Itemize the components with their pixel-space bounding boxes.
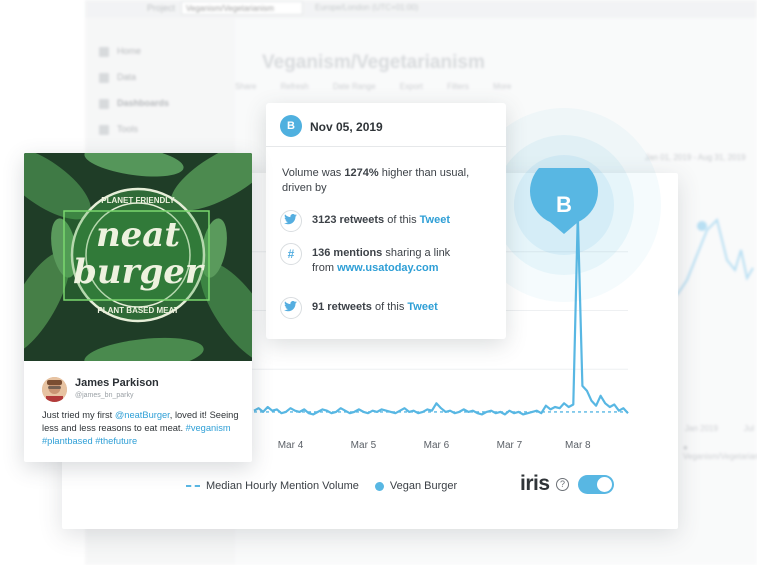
sidebar-item-home[interactable]: Home — [99, 46, 141, 57]
sidebar-item-label: Tools — [117, 124, 139, 134]
more-button[interactable]: More — [493, 82, 511, 91]
tweet-text-part: Just tried my first — [42, 410, 115, 420]
background-x-ticks: Jan 2019 Jul — [685, 424, 754, 433]
sidebar-item-dashboards[interactable]: Dashboards — [99, 98, 169, 109]
legend-label-vegan-burger: Vegan Burger — [389, 480, 458, 492]
driver-text: of this — [371, 301, 408, 313]
tweet-author-handle[interactable]: @james_bn_parky — [75, 392, 133, 399]
iris-toggle[interactable] — [578, 475, 614, 494]
median-legend-swatch — [186, 485, 200, 488]
background-legend: ● Veganism/Vegetarianism — [683, 443, 757, 461]
hashtag-icon: # — [280, 243, 302, 265]
filters-button[interactable]: Filters — [447, 82, 469, 91]
project-select[interactable]: Veganism/Vegetarianism — [181, 1, 303, 15]
tweet-image: neat burger PLANET FRIENDLY PLANT BASED … — [24, 153, 252, 361]
sidebar-item-label: Dashboards — [117, 98, 170, 108]
driver-count: 91 retweets — [312, 301, 372, 313]
source-link[interactable]: www.usatoday.com — [337, 262, 438, 274]
top-bar: Project Veganism/Vegetarianism Europe/Lo… — [85, 0, 757, 18]
spike-marker[interactable]: B — [528, 168, 600, 258]
tweet-text: Just tried my first @neatBurger, loved i… — [42, 409, 242, 448]
twitter-icon — [280, 210, 302, 232]
tooltip-badge: B — [280, 115, 302, 137]
project-label: Project — [147, 3, 176, 13]
x-tick-label: Mar 8 — [565, 440, 591, 451]
driver-count: 136 mentions — [312, 247, 383, 259]
dashboard-toolbar: Share Refresh Date Range Export Filters … — [235, 82, 533, 91]
sidebar-item-label: Home — [117, 46, 142, 56]
twitter-icon — [280, 297, 302, 319]
tweet-author-name[interactable]: James Parkison — [75, 377, 159, 389]
tooltip-date: Nov 05, 2019 — [310, 120, 383, 134]
project-select-value: Veganism/Vegetarianism — [186, 4, 275, 13]
marketing-screenshot: Project Veganism/Vegetarianism Europe/Lo… — [0, 0, 757, 565]
neat-burger-image: neat burger PLANET FRIENDLY PLANT BASED … — [24, 153, 252, 361]
home-icon — [99, 46, 109, 57]
logo-ring-bottom: PLANT BASED MEAT — [97, 306, 178, 315]
spike-tooltip: B Nov 05, 2019 Volume was 1274% higher t… — [266, 103, 506, 339]
driver-text: of this — [384, 214, 420, 226]
iris-logo: iris — [520, 472, 550, 495]
x-tick-label: Mar 6 — [424, 440, 450, 451]
x-tick-label: Mar 5 — [351, 440, 377, 451]
share-button[interactable]: Share — [235, 82, 256, 91]
toggle-knob — [597, 477, 612, 492]
sidebar-item-tools[interactable]: Tools — [99, 124, 138, 135]
help-icon[interactable]: ? — [556, 478, 569, 491]
driver-count: 3123 retweets — [312, 214, 385, 226]
tweet-link[interactable]: Tweet — [407, 301, 437, 313]
tooltip-header: B Nov 05, 2019 — [266, 103, 506, 147]
timezone-label: Europe/London (UTC+01:00) — [315, 3, 419, 12]
spike-marker-label: B — [556, 192, 572, 217]
export-button[interactable]: Export — [400, 82, 423, 91]
bar-chart-icon — [99, 98, 109, 109]
x-axis: Mar 4 Mar 5 Mar 6 Mar 7 Mar 8 — [278, 440, 591, 451]
refresh-button[interactable]: Refresh — [281, 82, 309, 91]
avatar[interactable] — [42, 377, 67, 402]
background-trend-chart — [676, 218, 754, 296]
x-tick: Jul — [743, 424, 755, 433]
sidebar-item-label: Data — [117, 72, 137, 82]
tweet-link[interactable]: Tweet — [420, 214, 450, 226]
grid-icon — [99, 72, 109, 83]
date-range-button[interactable]: Date Range — [333, 82, 376, 91]
sidebar-item-data[interactable]: Data — [99, 72, 136, 83]
tweet-card[interactable]: neat burger PLANET FRIENDLY PLANT BASED … — [24, 153, 252, 462]
logo-ring-top: PLANET FRIENDLY — [101, 196, 175, 205]
legend-label-median: Median Hourly Mention Volume — [206, 480, 359, 492]
logo-line-2: burger — [73, 252, 205, 292]
briefcase-icon — [99, 124, 109, 135]
summary-text: Volume was — [282, 167, 345, 179]
x-tick: Jan 2019 — [685, 424, 718, 433]
x-tick-label: Mar 7 — [497, 440, 523, 451]
legend: Median Hourly Mention Volume Vegan Burger — [186, 480, 457, 492]
x-tick-label: Mar 4 — [278, 440, 304, 451]
tooltip-summary: Volume was 1274% higher than usual, driv… — [282, 166, 496, 196]
vegan-burger-legend-swatch — [374, 481, 384, 491]
tweet-mention-link[interactable]: @neatBurger — [115, 410, 170, 420]
page-title: Veganism/Vegetarianism — [262, 52, 485, 73]
legend-label: Veganism/Vegetarianism — [683, 452, 757, 461]
summary-value: 1274% — [344, 167, 379, 179]
logo-line-1: neat — [96, 215, 180, 255]
